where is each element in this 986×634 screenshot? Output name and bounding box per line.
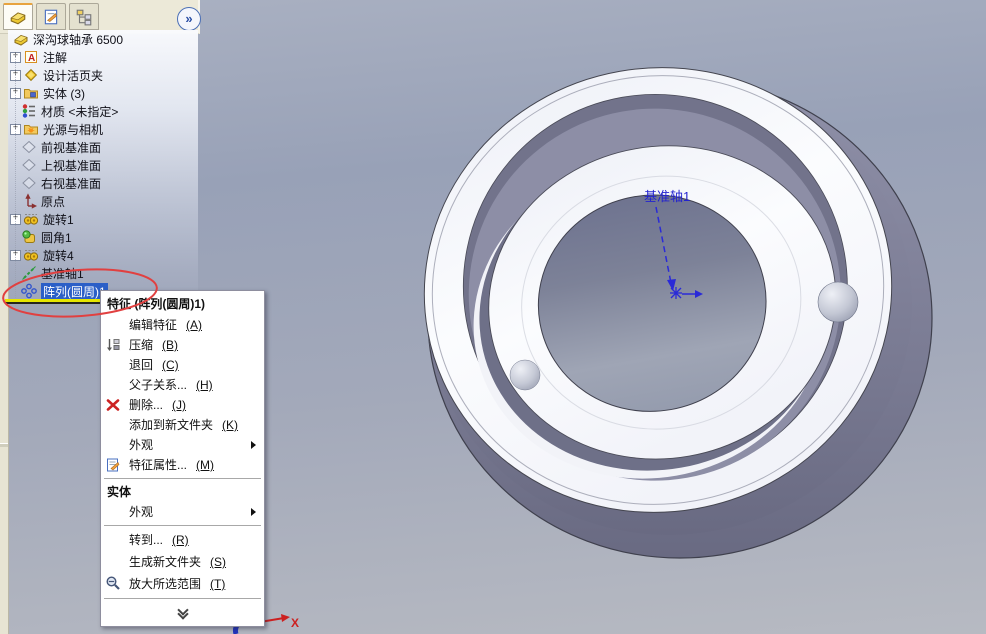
annotations-icon: A: [25, 51, 37, 64]
design-binder-icon: [24, 68, 38, 82]
tree-item-revolve4[interactable]: + 旋转4: [8, 246, 198, 264]
solid-bodies-folder-icon: [24, 89, 38, 99]
property-manager-icon: [44, 9, 58, 24]
axis-icon: [22, 266, 36, 280]
menu-item-go-to[interactable]: 转到... (R): [101, 529, 264, 551]
tree-item-annotations[interactable]: + A 注解: [8, 48, 198, 66]
tree-item-part-root[interactable]: 深沟球轴承 6500: [8, 30, 198, 48]
menu-header-feature: 特征 (阵列(圆周)1): [107, 297, 205, 311]
menu-expand-button[interactable]: [101, 602, 264, 624]
selected-tree-item-label: 阵列(圆周)1: [41, 282, 108, 300]
revolve-icon: [23, 250, 39, 261]
delete-icon: [106, 399, 120, 411]
origin-icon: [25, 193, 37, 209]
menu-item-appearance-feature[interactable]: 外观: [101, 435, 264, 455]
tree-item-label: 深沟球轴承 6500: [33, 32, 124, 47]
tree-item-solid-bodies[interactable]: + 实体 (3): [8, 84, 198, 102]
menu-separator: [104, 478, 261, 479]
context-menu: 特征 (阵列(圆周)1) 编辑特征 (A) 压缩 (B) 退回 (C) 父子关系...…: [100, 290, 265, 627]
menu-item-rollback[interactable]: 退回 (C): [101, 355, 264, 375]
menu-item-feature-properties[interactable]: 特征属性... (M): [101, 455, 264, 475]
zoom-selection-icon: [106, 576, 120, 590]
configuration-manager-icon: [76, 9, 92, 25]
menu-separator: [104, 525, 261, 526]
svg-text:A: A: [28, 53, 35, 64]
menu-header-body: 实体: [107, 485, 132, 499]
menu-item-parent-child[interactable]: 父子关系... (H): [101, 375, 264, 395]
panel-splitter-handle[interactable]: [0, 443, 8, 447]
bearing-ball: [509, 359, 541, 391]
tree-item-fillet1[interactable]: 圆角1: [8, 228, 198, 246]
tree-item-front-plane[interactable]: 前视基准面: [8, 138, 198, 156]
menu-item-edit-feature[interactable]: 编辑特征 (A): [101, 315, 264, 335]
circular-pattern-icon: [21, 283, 37, 299]
tree-item-origin[interactable]: 原点: [8, 192, 198, 210]
tree-guide-line: [15, 54, 16, 306]
lights-cameras-folder-icon: [24, 125, 38, 135]
manager-tab-bar: »: [0, 0, 201, 34]
tree-item-axis1[interactable]: 基准轴1: [8, 264, 198, 282]
app-window: X 基准轴1 » 深沟球轴承 6500 + A 注解 + 设计活页夹 + 实体 …: [0, 0, 986, 634]
tab-property-manager[interactable]: [36, 3, 66, 30]
menu-item-add-to-new-folder[interactable]: 添加到新文件夹 (K): [101, 415, 264, 435]
bearing-ball: [817, 281, 859, 323]
menu-item-create-new-folder[interactable]: 生成新文件夹 (S): [101, 551, 264, 573]
submenu-arrow-icon: [251, 508, 256, 516]
tree-item-revolve1[interactable]: + 旋转1: [8, 210, 198, 228]
menu-item-appearance-body[interactable]: 外观: [101, 502, 264, 522]
suppress-icon: [107, 339, 120, 351]
plane-icon: [22, 176, 36, 190]
menu-item-zoom-to-selection[interactable]: 放大所选范围 (T): [101, 573, 264, 595]
menu-separator: [104, 598, 261, 599]
revolve-icon: [23, 214, 39, 225]
tab-feature-manager[interactable]: [3, 3, 33, 30]
plane-icon: [22, 140, 36, 154]
tree-item-lights-cameras[interactable]: + 光源与相机: [8, 120, 198, 138]
submenu-arrow-icon: [251, 441, 256, 449]
feature-properties-icon: [107, 458, 120, 472]
menu-item-suppress[interactable]: 压缩 (B): [101, 335, 264, 355]
panel-collapse-button[interactable]: »: [177, 7, 201, 31]
fillet-icon: [22, 230, 35, 243]
tree-item-top-plane[interactable]: 上视基准面: [8, 156, 198, 174]
tree-item-design-binder[interactable]: + 设计活页夹: [8, 66, 198, 84]
axis-label[interactable]: 基准轴1: [644, 186, 690, 205]
tab-configuration-manager[interactable]: [69, 3, 99, 30]
menu-item-delete[interactable]: 删除... (J): [101, 395, 264, 415]
plane-icon: [22, 158, 36, 172]
tree-item-material[interactable]: 材质 <未指定>: [8, 102, 198, 120]
triad-x-label: X: [291, 616, 299, 630]
part-icon: [14, 34, 28, 46]
feature-manager-part-icon: [10, 12, 26, 25]
tree-item-right-plane[interactable]: 右视基准面: [8, 174, 198, 192]
feature-tree: 深沟球轴承 6500 + A 注解 + 设计活页夹 + 实体 (3) 材质 <未…: [8, 30, 198, 308]
material-icon: [22, 104, 35, 118]
